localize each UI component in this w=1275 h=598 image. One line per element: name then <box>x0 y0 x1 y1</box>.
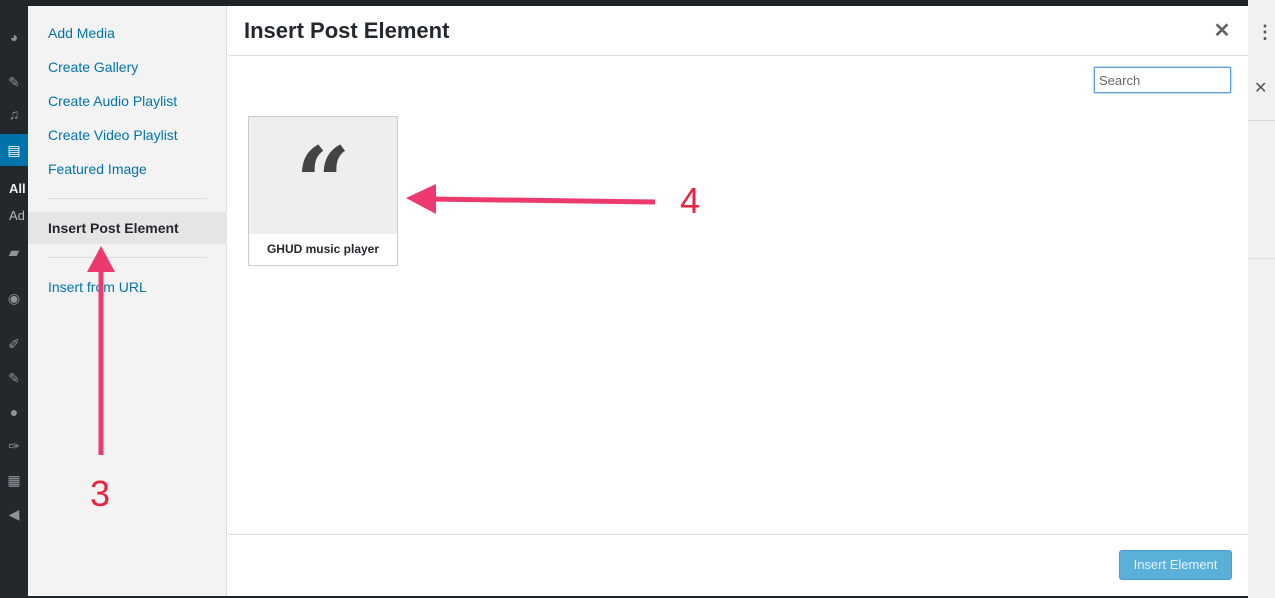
tile-label: GHUD music player <box>266 242 380 256</box>
menu-separator <box>48 198 207 199</box>
divider <box>1248 120 1275 121</box>
menu-item-create-gallery[interactable]: Create Gallery <box>28 51 227 83</box>
menu-item-add-media[interactable]: Add Media <box>28 17 227 49</box>
users-icon[interactable]: ● <box>5 403 23 421</box>
sub-all[interactable]: All <box>9 181 26 196</box>
menu-item-create-audio-playlist[interactable]: Create Audio Playlist <box>28 85 227 117</box>
search-input[interactable] <box>1094 67 1231 93</box>
admin-sidebar: ◕ ✎ ♫ ▤ All Ad ▰ ◉ ✐ ✎ ● ✑ ▦ ◀ <box>0 0 28 598</box>
menu-item-insert-from-url[interactable]: Insert from URL <box>28 271 227 303</box>
insert-element-button[interactable]: Insert Element <box>1119 550 1232 580</box>
post-element-tile[interactable]: “ GHUD music player <box>248 116 398 266</box>
modal-footer: Insert Element <box>228 534 1248 596</box>
modal-title: Insert Post Element <box>244 18 450 43</box>
media-menu: Add Media Create Gallery Create Audio Pl… <box>28 6 227 596</box>
menu-item-featured-image[interactable]: Featured Image <box>28 153 227 185</box>
media-icon[interactable]: ♫ <box>5 105 23 123</box>
more-options-icon[interactable]: ⋮ <box>1256 22 1274 43</box>
menu-item-insert-post-element[interactable]: Insert Post Element <box>28 212 227 244</box>
g-icon[interactable]: ◉ <box>5 289 23 307</box>
media-modal: Add Media Create Gallery Create Audio Pl… <box>28 6 1248 596</box>
close-icon: ✕ <box>1213 20 1231 42</box>
comments-icon[interactable]: ▰ <box>5 243 23 261</box>
notice-close-icon[interactable]: ✕ <box>1254 78 1267 98</box>
modal-title-bar: Insert Post Element ✕ <box>228 6 1248 56</box>
pages-icon[interactable]: ▤ <box>5 141 23 159</box>
settings-icon[interactable]: ▦ <box>5 471 23 489</box>
plugins-icon[interactable]: ✎ <box>5 369 23 387</box>
step4-label: 4 <box>680 180 701 221</box>
sub-add[interactable]: Ad <box>9 208 25 223</box>
tools-icon[interactable]: ✑ <box>5 437 23 455</box>
step3-label: 3 <box>90 473 111 514</box>
close-button[interactable]: ✕ <box>1212 19 1232 43</box>
menu-separator <box>48 257 207 258</box>
pin-icon[interactable]: ✎ <box>5 73 23 91</box>
collapse-icon[interactable]: ◀ <box>5 505 23 523</box>
quote-icon: “ <box>295 126 351 239</box>
tile-thumbnail: “ <box>249 117 397 234</box>
divider <box>1248 258 1275 259</box>
modal-content: “ GHUD music player <box>228 57 1248 534</box>
dashboard-icon[interactable]: ◕ <box>5 28 23 46</box>
menu-item-create-video-playlist[interactable]: Create Video Playlist <box>28 119 227 151</box>
editor-background: ⋮ ✕ <box>1248 0 1275 598</box>
appearance-icon[interactable]: ✐ <box>5 335 23 353</box>
